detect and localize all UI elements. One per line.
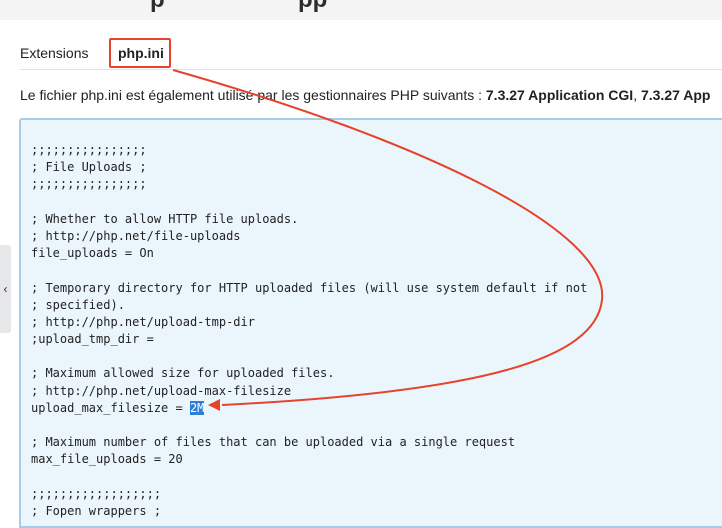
handler-name[interactable]: 7.3.27 Application CGI	[486, 87, 633, 103]
code-line: ; Maximum allowed size for uploaded file…	[31, 366, 335, 381]
setting-key: upload_max_filesize =	[31, 400, 190, 415]
tab-php-ini[interactable]: php.ini	[118, 42, 164, 68]
tab-bar: Extensions php.ini	[20, 42, 722, 70]
code-line: ; Whether to allow HTTP file uploads.	[31, 211, 299, 226]
code-line-upload-max-filesize: upload_max_filesize = 2M	[31, 400, 587, 417]
selected-value[interactable]: 2M	[189, 400, 205, 415]
page-title: p pp	[150, 0, 327, 14]
code-line: ; specified).	[31, 297, 125, 312]
php-handlers-description: Le fichier php.ini est également utilisé…	[20, 87, 722, 103]
code-line: ; http://php.net/upload-max-filesize	[31, 383, 292, 398]
code-line: ; Maximum number of files that can be up…	[31, 435, 516, 450]
code-line: ;;;;;;;;;;;;;;;;	[31, 177, 147, 192]
description-text: Le fichier php.ini est également utilisé…	[20, 87, 486, 103]
code-line: max_file_uploads = 20	[31, 452, 183, 467]
php-ini-editor[interactable]: ;;;;;;;;;;;;;;;; ; File Uploads ;;;;;;;;;…	[19, 118, 722, 528]
code-line: ; http://php.net/file-uploads	[31, 228, 241, 243]
handler-name[interactable]: 7.3.27 App	[641, 87, 711, 103]
handler-separator: ,	[633, 87, 641, 103]
active-tab-indicator	[118, 66, 163, 68]
code-line: ; File Uploads ;	[31, 160, 147, 175]
page-header: p pp	[0, 0, 722, 20]
code-line: ; http://php.net/upload-tmp-dir	[31, 314, 255, 329]
code-area[interactable]: ;;;;;;;;;;;;;;;; ; File Uploads ;;;;;;;;;…	[31, 142, 587, 520]
code-line: ; Temporary directory for HTTP uploaded …	[31, 280, 588, 295]
code-line: ;upload_tmp_dir =	[31, 332, 154, 347]
code-line: ;;;;;;;;;;;;;;;;	[31, 143, 147, 157]
tab-extensions[interactable]: Extensions	[20, 42, 88, 68]
code-line: file_uploads = On	[31, 246, 154, 261]
code-line: ; Fopen wrappers ;	[31, 503, 162, 518]
chevron-left-icon: ‹	[3, 282, 8, 296]
collapse-handle[interactable]: ‹	[0, 245, 11, 333]
code-line: ;;;;;;;;;;;;;;;;;;	[31, 486, 162, 501]
